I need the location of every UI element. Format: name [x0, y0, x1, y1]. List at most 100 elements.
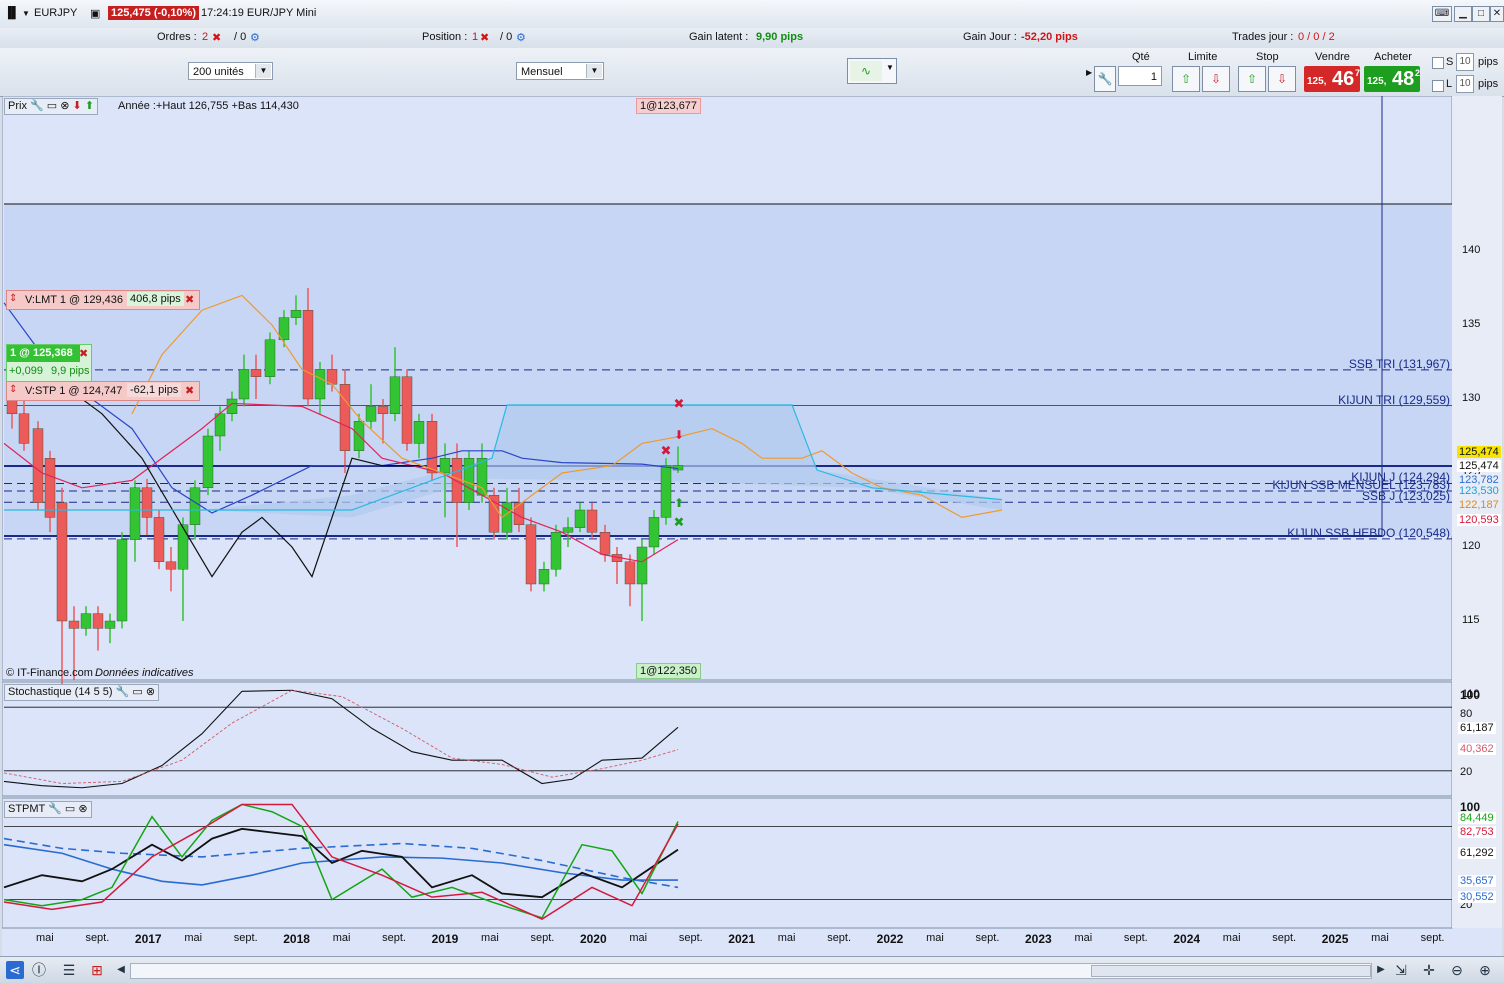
handle-icon[interactable]: ⇕ [9, 293, 17, 304]
candle-body [550, 532, 562, 570]
period-select[interactable]: Mensuel ▼ [516, 62, 604, 80]
limit-sell-button[interactable]: ⇩ [1202, 66, 1230, 92]
horizontal-scrollbar[interactable] [130, 963, 1372, 979]
keyboard-icon[interactable]: ⌨ [1432, 6, 1452, 22]
stop-order-label: V:STP 1 @ 124,747 [25, 385, 123, 397]
window-title: 17:24:19 EUR/JPY Mini [201, 7, 317, 19]
window-icon[interactable]: ▭ [65, 803, 75, 815]
fit-icon[interactable]: ⇲ [1392, 961, 1410, 979]
stpmt-value: 82,753 [1458, 826, 1496, 838]
chevron-down-icon[interactable]: ▼ [255, 64, 271, 78]
play-icon[interactable]: ▶ [1086, 68, 1092, 77]
order-bar: Ordres : 2 ✖ / 0 ⚙ Position : 1 ✖ / 0 ⚙ … [0, 28, 1504, 49]
orders-count[interactable]: 2 [202, 31, 208, 43]
buy-button[interactable]: 125, 48 2 [1364, 66, 1420, 92]
crosshair-icon[interactable]: ✛ [1420, 961, 1438, 979]
price-y-tick: 130 [1462, 392, 1481, 404]
l-pips-input[interactable]: 10 [1456, 75, 1474, 93]
units-select[interactable]: 200 unités ▼ [188, 62, 273, 80]
stoch-panel [2, 681, 1453, 797]
close-icon[interactable]: ✖ [212, 31, 221, 44]
chart-type-button[interactable]: ∿ ▼ [847, 58, 897, 84]
scroll-left-icon[interactable]: ◀ [112, 961, 130, 979]
maximize-icon[interactable]: □ [1472, 6, 1490, 22]
wrench-icon[interactable]: 🔧 [116, 686, 130, 698]
scrollbar-thumb[interactable] [1091, 965, 1371, 977]
close-icon[interactable]: ✖ [79, 347, 88, 360]
wrench-icon[interactable]: 🔧 [1094, 66, 1116, 92]
close-icon[interactable]: ✖ [480, 31, 489, 44]
gear-icon[interactable]: ⚙ [516, 31, 526, 44]
candle-body [189, 487, 201, 525]
window-icon[interactable]: ▭ [47, 100, 57, 112]
candle-body [413, 421, 425, 444]
level-label: SSB TRI (131,967) [1348, 356, 1450, 371]
limit-order-tag[interactable]: ⇕ V:LMT 1 @ 129,436 406,8 pips ✖ [6, 290, 200, 310]
level-label: SSB J (123,025) [1361, 489, 1450, 504]
time-axis-label: sept. [1272, 932, 1297, 944]
arrow-up-icon[interactable]: ⬆ [85, 100, 94, 112]
candle-body [586, 509, 598, 533]
wrench-icon[interactable]: 🔧 [30, 100, 44, 112]
time-axis-label: 2022 [876, 932, 904, 946]
time-axis-label: mai [1371, 932, 1389, 944]
close-icon[interactable]: ✖ [185, 384, 194, 397]
stop-order-tag[interactable]: ⇕ V:STP 1 @ 124,747 -62,1 pips ✖ [6, 381, 200, 401]
close-marker: ✖ [661, 443, 672, 458]
position-tag[interactable]: 1 @ 125,368 ✖ +0,099 9,9 pips [6, 344, 92, 382]
limit-buy-button[interactable]: ⇧ [1172, 66, 1200, 92]
candle-body [116, 539, 128, 622]
indicator-icon[interactable]: Ⓘ [30, 961, 48, 979]
app-icon[interactable]: ▐▌ [4, 7, 20, 19]
gear-icon[interactable]: ⚙ [250, 31, 260, 44]
close-icon[interactable]: ⊗ [78, 803, 87, 815]
candle-body [141, 487, 153, 518]
wrench-icon[interactable]: 🔧 [48, 803, 62, 815]
toolbar: 200 unités ▼ Mensuel ▼ ∿ ▼ ▶ 🔧 Qté 1 Lim… [0, 48, 1504, 97]
time-axis-label: 2020 [579, 932, 607, 946]
share-icon[interactable]: ⋖ [6, 961, 24, 979]
close-icon[interactable]: ⊗ [60, 100, 69, 112]
trades-icon[interactable]: ⊞ [88, 961, 106, 979]
chevron-down-icon[interactable]: ▼ [586, 64, 602, 78]
stpmt-panel-header: STPMT 🔧 ▭ ⊗ [4, 801, 92, 818]
time-axis-label: 2019 [431, 932, 459, 946]
candle-body [660, 465, 672, 518]
l-checkbox[interactable] [1432, 80, 1444, 92]
close-icon[interactable]: ✕ [1490, 6, 1504, 22]
window-icon[interactable]: ▭ [132, 686, 142, 698]
time-axis-label: 2018 [283, 932, 310, 946]
position-count[interactable]: 1 [472, 31, 478, 43]
time-axis-label: 2024 [1173, 932, 1201, 946]
level-label: KIJUN TRI (129,559) [1338, 392, 1450, 407]
chevron-down-icon[interactable]: ▼ [22, 9, 30, 18]
candle-body [314, 369, 326, 400]
limit-order-pips: 406,8 pips [127, 292, 184, 306]
minimize-icon[interactable]: ▁ [1454, 6, 1472, 22]
candle-body [32, 428, 44, 503]
stop-sell-button[interactable]: ⇩ [1268, 66, 1296, 92]
handle-icon[interactable]: ⇕ [9, 384, 17, 395]
s-checkbox[interactable] [1432, 57, 1444, 69]
info-icon[interactable]: ▣ [90, 7, 100, 20]
chart-canvas[interactable]: ✖ ✖ ⬇⬆ ✖ [2, 96, 1502, 956]
zoom-in-icon[interactable]: ⊕ [1476, 961, 1494, 979]
time-axis-label: sept. [678, 932, 703, 944]
limit-label: Limite [1188, 51, 1218, 63]
close-icon[interactable]: ⊗ [146, 686, 155, 698]
stpmt-value: 30,552 [1458, 891, 1496, 903]
time-axis-label: mai [1074, 932, 1093, 944]
stop-buy-button[interactable]: ⇧ [1238, 66, 1266, 92]
sell-button[interactable]: 125, 46 7 [1304, 66, 1360, 92]
zoom-out-icon[interactable]: ⊖ [1448, 961, 1466, 979]
qty-input[interactable]: 1 [1118, 66, 1162, 86]
s-pips-input[interactable]: 10 [1456, 53, 1474, 71]
chart-area[interactable]: ✖ ✖ ⬇ ⬆ ✖ [2, 96, 1502, 956]
l-label: L [1446, 78, 1453, 90]
scroll-right-icon[interactable]: ▶ [1372, 961, 1390, 979]
candle-body [538, 569, 550, 585]
close-icon[interactable]: ✖ [185, 293, 194, 306]
time-axis-label: sept. [1123, 932, 1148, 944]
arrow-down-icon[interactable]: ⬇ [73, 100, 82, 112]
list-icon[interactable]: ☰ [60, 961, 78, 979]
